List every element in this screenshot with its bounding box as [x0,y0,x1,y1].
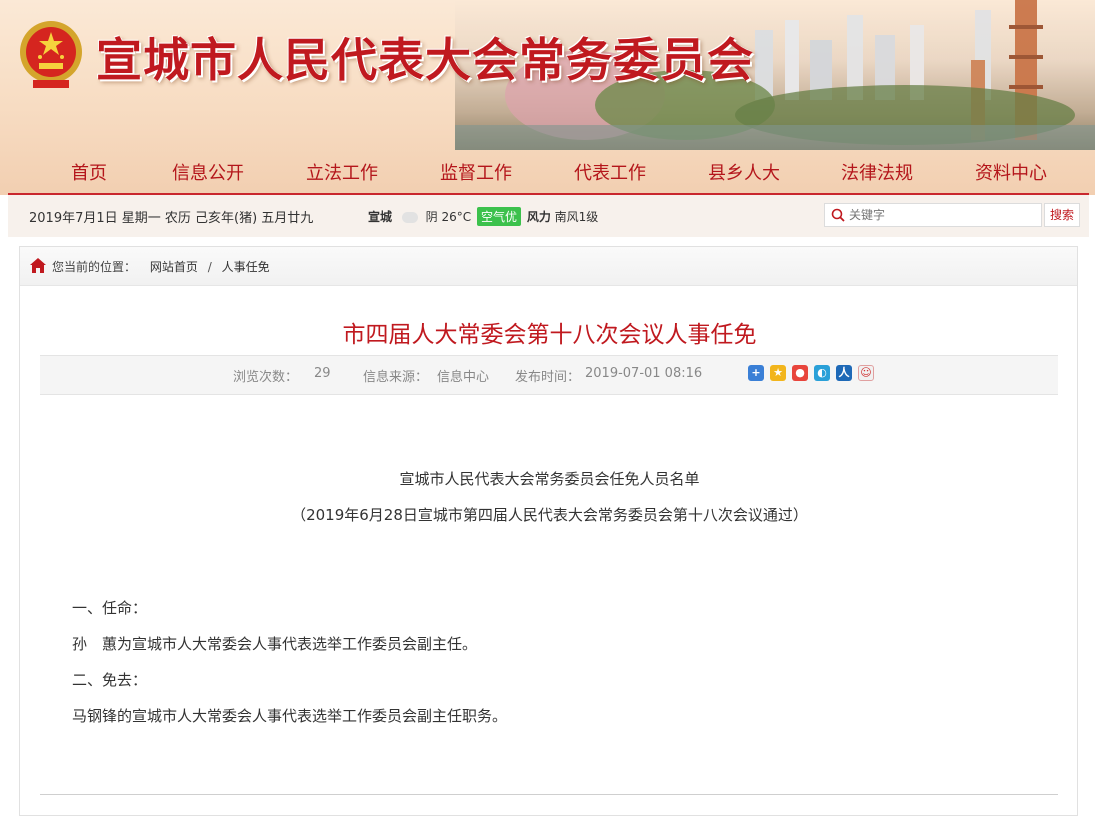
nav-item-info-disclosure[interactable]: 信息公开 [148,157,268,193]
nav-item-county-congress[interactable]: 县乡人大 [684,157,804,193]
source-label: 信息来源： [363,370,429,385]
renren-icon[interactable]: 人 [836,365,852,381]
national-emblem-icon [18,18,84,90]
site-title: 宣城市人民代表大会常务委员会 [96,33,754,87]
search-box [824,203,1042,227]
cloud-icon [401,212,418,223]
search-icon [831,208,845,222]
paragraph-dismissal: 马钢锋的宣城市人大常委会人事代表选举工作委员会副主任职务。 [72,707,508,725]
article-bottom-divider [40,794,1058,795]
paragraph-appoint-heading: 一、任命： [72,599,148,617]
breadcrumb-current[interactable]: 人事任免 [222,260,270,274]
weather-widget: 宣城 阴 26°C 空气优 风力 南风1级 [368,207,598,226]
article-meta-bar: 浏览次数： 29 信息来源： 信息中心 发布时间： 2019-07-01 08:… [40,355,1058,395]
source-value: 信息中心 [437,370,490,385]
tencent-weibo-icon[interactable]: ◐ [814,365,830,381]
nav-item-deputy-work[interactable]: 代表工作 [550,157,670,193]
document-heading: 宣城市人民代表大会常务委员会任免人员名单 [399,470,700,488]
breadcrumb-trail: 您当前的位置： 网站首页 / 人事任免 [52,258,270,275]
nav-item-laws[interactable]: 法律法规 [817,157,937,193]
nav-item-home[interactable]: 首页 [29,157,149,193]
weather-condition: 阴 26°C [425,210,472,224]
weibo-icon[interactable]: ● [792,365,808,381]
weather-city: 宣城 [368,210,393,224]
breadcrumb-separator: / [207,260,212,274]
views-count: 29 [314,366,331,381]
document-subheading: （2019年6月28日宣城市第四届人民代表大会常务委员会第十八次会议通过） [291,506,808,524]
qzone-icon[interactable]: ★ [770,365,786,381]
air-quality-badge: 空气优 [476,207,521,226]
share-more-icon[interactable]: + [748,365,764,381]
breadcrumb-home-link[interactable]: 网站首页 [150,260,198,274]
info-bar: 2019年7月1日 星期一 农历 己亥年(猪) 五月廿九 宣城 阴 26°C 空… [8,195,1089,237]
wind-value: 南风1级 [554,210,599,224]
nav-item-resources[interactable]: 资料中心 [951,157,1071,193]
home-icon [30,258,46,273]
search-button[interactable]: 搜索 [1044,203,1080,227]
paragraph-dismiss-heading: 二、免去： [72,671,148,689]
main-nav: 首页 信息公开 立法工作 监督工作 代表工作 县乡人大 法律法规 资料中心 [0,157,1095,193]
views-label: 浏览次数： [233,370,299,385]
current-date: 2019年7月1日 星期一 农历 己亥年(猪) 五月廿九 [29,211,314,226]
published-value: 2019-07-01 08:16 [585,366,703,381]
paragraph-appointment: 孙 蕙为宣城市人大常委会人事代表选举工作委员会副主任。 [72,635,478,653]
breadcrumb: 您当前的位置： 网站首页 / 人事任免 [20,247,1077,286]
nav-item-legislation[interactable]: 立法工作 [282,157,402,193]
published-label: 发布时间： [515,370,581,385]
douban-icon[interactable]: ☺ [858,365,874,381]
nav-item-supervision[interactable]: 监督工作 [416,157,536,193]
search-input[interactable] [849,206,1037,224]
article-title: 市四届人大常委会第十八次会议人事任免 [342,322,757,348]
breadcrumb-prefix: 您当前的位置： [52,260,137,274]
content-panel: 您当前的位置： 网站首页 / 人事任免 市四届人大常委会第十八次会议人事任免 浏… [19,246,1078,816]
wind-label: 风力 [526,210,551,224]
